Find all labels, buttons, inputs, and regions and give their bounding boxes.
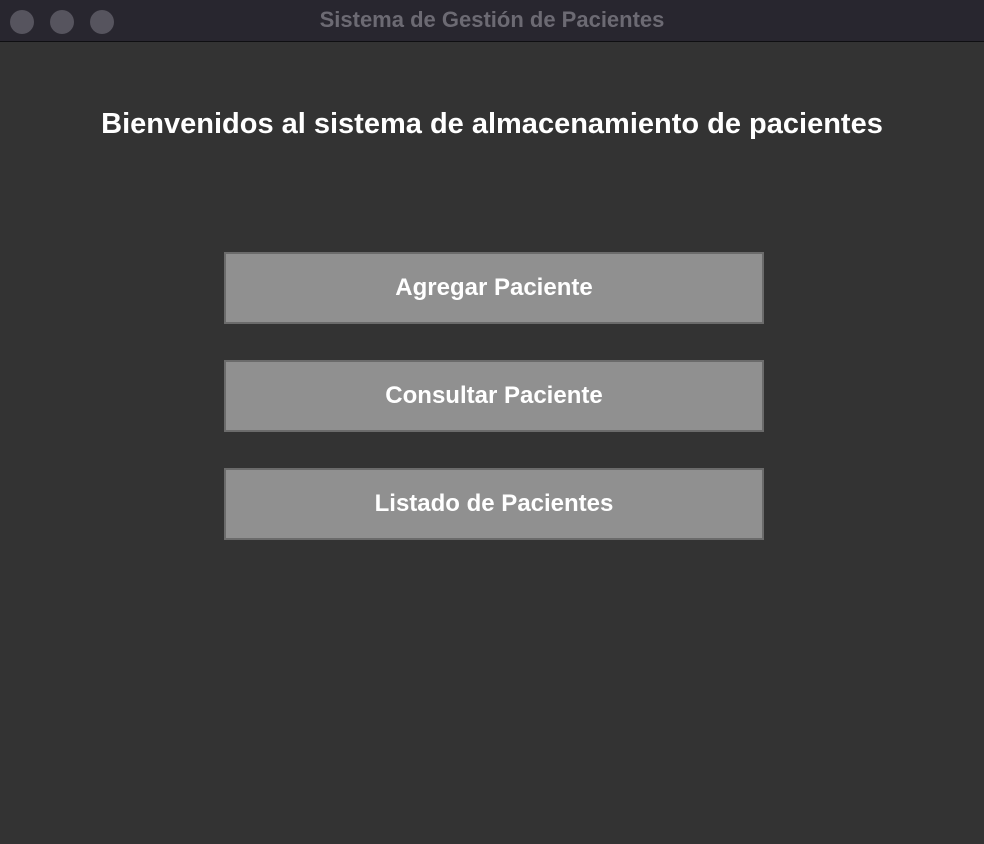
- app-window: Sistema de Gestión de Pacientes Bienveni…: [0, 0, 984, 844]
- welcome-heading: Bienvenidos al sistema de almacenamiento…: [101, 108, 883, 140]
- main-content: Bienvenidos al sistema de almacenamiento…: [0, 51, 984, 844]
- title-bar: Sistema de Gestión de Pacientes: [0, 0, 984, 42]
- query-patient-button[interactable]: Consultar Paciente: [224, 360, 764, 432]
- patient-list-button[interactable]: Listado de Pacientes: [224, 468, 764, 540]
- add-patient-button[interactable]: Agregar Paciente: [224, 252, 764, 324]
- window-title: Sistema de Gestión de Pacientes: [319, 7, 665, 32]
